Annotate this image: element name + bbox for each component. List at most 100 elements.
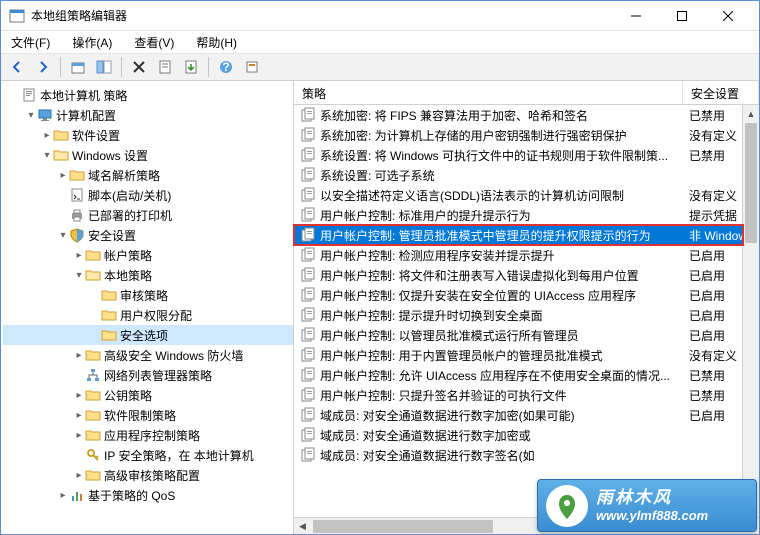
menu-view[interactable]: 查看(V) [130,32,178,53]
tree-windows-settings[interactable]: ▾Windows 设置 [3,145,293,165]
policy-row[interactable]: 以安全描述符定义语言(SDDL)语法表示的计算机访问限制没有定义 [294,185,759,205]
policy-row[interactable]: 域成员: 对安全通道数据进行数字签名(如 [294,445,759,465]
tree-label: IP 安全策略，在 本地计算机 [104,447,254,464]
policy-row[interactable]: 用户帐户控制: 提示提升时切换到安全桌面已启用 [294,305,759,325]
tree-user-rights[interactable]: 用户权限分配 [3,305,293,325]
policy-row[interactable]: 用户帐户控制: 允许 UIAccess 应用程序在不使用安全桌面的情况...已禁… [294,365,759,385]
tree-account-policies[interactable]: ▸帐户策略 [3,245,293,265]
caret-icon[interactable]: ▸ [73,410,85,421]
tree-scripts[interactable]: 脚本(启动/关机) [3,185,293,205]
tree-software-settings[interactable]: ▸ 软件设置 [3,125,293,145]
tree-network-list[interactable]: 网络列表管理器策略 [3,365,293,385]
caret-icon[interactable]: ▸ [57,170,69,181]
policy-row[interactable]: 系统设置: 可选子系统 [294,165,759,185]
scroll-up-icon[interactable]: ▲ [743,105,759,122]
tree-policy-qos[interactable]: ▸基于策略的 QoS [3,485,293,505]
policy-name: 域成员: 对安全通道数据进行数字加密或 [320,427,689,444]
caret-icon[interactable]: ▸ [73,350,85,361]
caret-icon[interactable]: ▸ [73,390,85,401]
caret-icon[interactable]: ▸ [73,430,85,441]
policy-row[interactable]: 用户帐户控制: 仅提升安装在安全位置的 UIAccess 应用程序已启用 [294,285,759,305]
tree-advanced-audit-icon [85,467,101,483]
column-setting[interactable]: 安全设置 [683,81,759,104]
tree-label: 计算机配置 [56,107,116,124]
tree-public-key[interactable]: ▸公钥策略 [3,385,293,405]
policy-row[interactable]: 用户帐户控制: 只提升签名并验证的可执行文件已禁用 [294,385,759,405]
back-button[interactable] [5,55,29,79]
forward-button[interactable] [31,55,55,79]
properties-button[interactable] [153,55,177,79]
tree-windows-firewall[interactable]: ▸高级安全 Windows 防火墙 [3,345,293,365]
caret-icon[interactable]: ▸ [41,130,53,141]
policy-row[interactable]: 用户帐户控制: 检测应用程序安装并提示提升已启用 [294,245,759,265]
caret-icon[interactable]: ▸ [57,490,69,501]
tree-root[interactable]: 本地计算机 策略 [3,85,293,105]
tree-software-restriction[interactable]: ▸ 软件限制策略 [3,405,293,425]
close-button[interactable] [705,1,751,31]
tree-account-policies-icon [85,247,101,263]
up-button[interactable] [66,55,90,79]
tree-security-settings[interactable]: ▾安全设置 [3,225,293,245]
menu-bar: 文件(F) 操作(A) 查看(V) 帮助(H) [1,31,759,53]
list-header: 策略 安全设置 [294,81,759,105]
tree-ip-security[interactable]: IP 安全策略，在 本地计算机 [3,445,293,465]
tree-security-options[interactable]: 安全选项 [3,325,293,345]
help-button[interactable]: ? [214,55,238,79]
caret-icon[interactable]: ▾ [73,270,85,281]
policy-row[interactable]: 域成员: 对安全通道数据进行数字加密(如果可能)已启用 [294,405,759,425]
tree-windows-firewall-icon [85,347,101,363]
policy-name: 用户帐户控制: 提示提升时切换到安全桌面 [320,307,689,324]
policy-row[interactable]: 用户帐户控制: 管理员批准模式中管理员的提升权限提示的行为非 Window [294,225,759,245]
tree-software-restriction-icon [85,407,101,423]
policy-icon [300,427,316,443]
caret-icon[interactable]: ▾ [41,150,53,161]
caret-icon[interactable]: ▸ [73,250,85,261]
delete-button[interactable] [127,55,151,79]
scroll-thumb-h[interactable] [313,520,493,533]
list-body: 系统加密: 将 FIPS 兼容算法用于加密、哈希和签名已禁用系统加密: 为计算机… [294,105,759,517]
tree-label: 应用程序控制策略 [104,427,200,444]
policy-row[interactable]: 系统设置: 将 Windows 可执行文件中的证书规则用于软件限制策...已禁用 [294,145,759,165]
vertical-scrollbar[interactable]: ▲ ▼ [742,105,759,517]
tree-name-resolution[interactable]: ▸域名解析策略 [3,165,293,185]
tree-name-resolution-icon [69,167,85,183]
caret-icon[interactable]: ▸ [73,470,85,481]
policy-row[interactable]: 系统加密: 为计算机上存储的用户密钥强制进行强密钥保护没有定义 [294,125,759,145]
tree-label: 软件设置 [72,127,120,144]
caret-icon[interactable]: ▾ [57,230,69,241]
policy-row[interactable]: 系统加密: 将 FIPS 兼容算法用于加密、哈希和签名已禁用 [294,105,759,125]
policy-row[interactable]: 用户帐户控制: 标准用户的提升提示行为提示凭据 [294,205,759,225]
column-policy[interactable]: 策略 [294,81,683,104]
policy-row[interactable]: 用户帐户控制: 以管理员批准模式运行所有管理员已启用 [294,325,759,345]
tree-deployed-printers[interactable]: 已部署的打印机 [3,205,293,225]
tree-label: 网络列表管理器策略 [104,367,212,384]
tree-local-policies[interactable]: ▾本地策略 [3,265,293,285]
menu-action[interactable]: 操作(A) [68,32,116,53]
tree-label: 软件限制策略 [104,407,176,424]
policy-row[interactable]: 域成员: 对安全通道数据进行数字加密或 [294,425,759,445]
tree-ip-security-icon [85,447,101,463]
export-button[interactable] [179,55,203,79]
tree-app-control[interactable]: ▸ 应用程序控制策略 [3,425,293,445]
tree-security-options-icon [101,327,117,343]
tree-windows-settings-icon [53,147,69,163]
policy-row[interactable]: 用户帐户控制: 用于内置管理员帐户的管理员批准模式没有定义 [294,345,759,365]
refresh-button[interactable] [240,55,264,79]
scroll-thumb[interactable] [745,123,757,243]
tree-advanced-audit[interactable]: ▸高级审核策略配置 [3,465,293,485]
tree-security-settings-icon [69,227,85,243]
policy-row[interactable]: 用户帐户控制: 将文件和注册表写入错误虚拟化到每用户位置已启用 [294,265,759,285]
maximize-button[interactable] [659,1,705,31]
menu-help[interactable]: 帮助(H) [192,32,241,53]
tree-computer-config[interactable]: ▾ 计算机配置 [3,105,293,125]
policy-icon [300,107,316,123]
tree-audit-policy[interactable]: 审核策略 [3,285,293,305]
show-hide-tree-button[interactable] [92,55,116,79]
policy-name: 域成员: 对安全通道数据进行数字签名(如 [320,447,689,464]
tree-pane: 本地计算机 策略▾计算机配置▸软件设置▾Windows 设置▸域名解析策略脚本(… [1,81,294,534]
minimize-button[interactable] [613,1,659,31]
caret-icon[interactable]: ▾ [25,110,37,121]
scroll-left-icon[interactable]: ◀ [294,518,311,535]
tree-audit-policy-icon [101,287,117,303]
menu-file[interactable]: 文件(F) [7,32,54,53]
